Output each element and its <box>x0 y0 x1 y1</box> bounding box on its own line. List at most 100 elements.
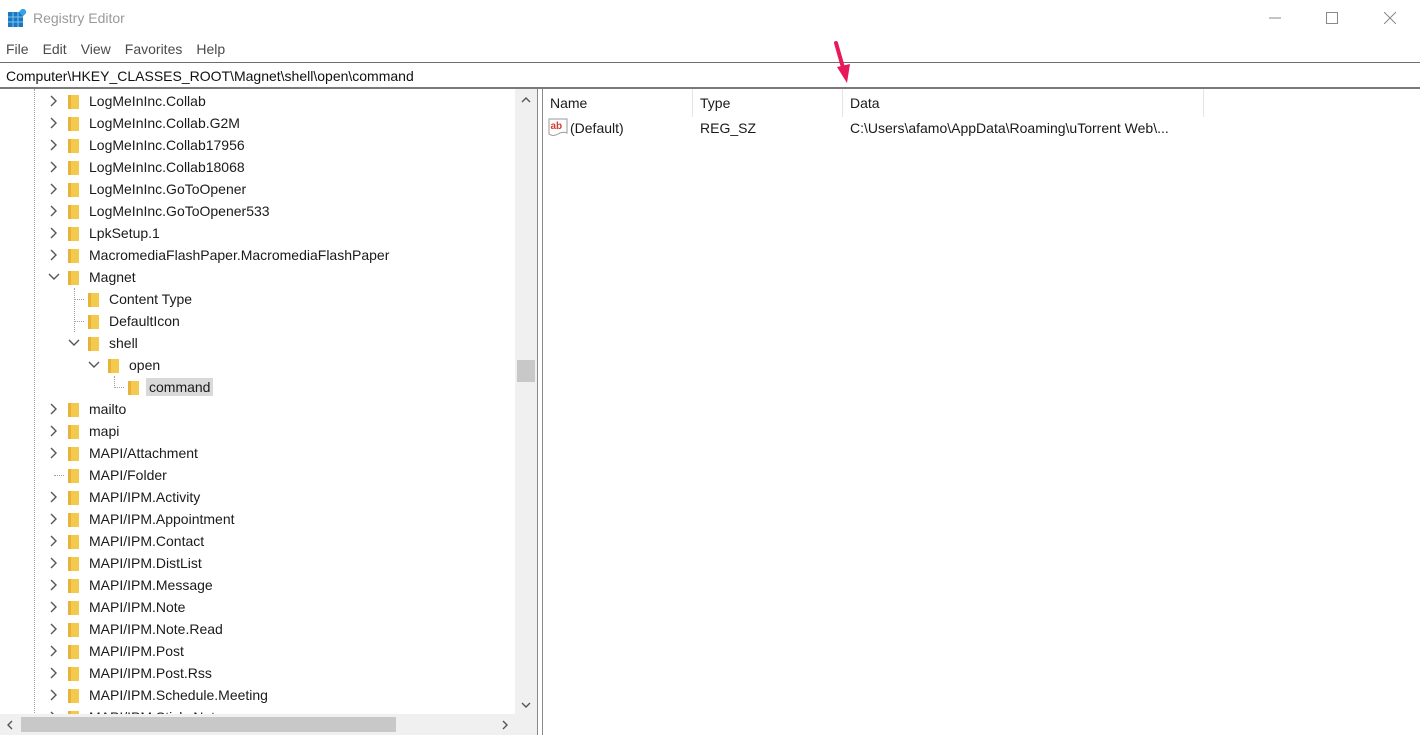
tree-item[interactable]: MAPI/IPM.Post <box>0 640 515 662</box>
tree-item-label[interactable]: MAPI/IPM.Message <box>86 576 216 594</box>
chevron-right-icon[interactable] <box>47 643 61 659</box>
tree-item-label[interactable]: LogMeInInc.GoToOpener <box>86 180 249 198</box>
tree-item-label[interactable]: MAPI/IPM.Note <box>86 598 188 616</box>
chevron-down-icon[interactable] <box>47 269 61 285</box>
tree-item[interactable]: MAPI/IPM.Appointment <box>0 508 515 530</box>
chevron-right-icon[interactable] <box>47 137 61 153</box>
tree-item[interactable]: MAPI/IPM.Note.Read <box>0 618 515 640</box>
tree-item-label[interactable]: MAPI/Attachment <box>86 444 201 462</box>
tree-item[interactable]: mapi <box>0 420 515 442</box>
menu-view[interactable]: View <box>74 38 118 60</box>
menu-file[interactable]: File <box>0 38 36 60</box>
minimize-button[interactable] <box>1246 0 1304 36</box>
chevron-right-icon[interactable] <box>47 203 61 219</box>
tree-horizontal-scrollbar[interactable] <box>0 714 515 735</box>
tree-item-label[interactable]: MAPI/IPM.Appointment <box>86 510 238 528</box>
tree-item-label[interactable]: LogMeInInc.Collab <box>86 92 209 110</box>
tree-item-label[interactable]: LogMeInInc.GoToOpener533 <box>86 202 273 220</box>
tree-item[interactable]: LogMeInInc.Collab.G2M <box>0 112 515 134</box>
tree-item-label[interactable]: LogMeInInc.Collab18068 <box>86 158 248 176</box>
chevron-right-icon[interactable] <box>47 489 61 505</box>
tree-item[interactable]: LogMeInInc.GoToOpener533 <box>0 200 515 222</box>
tree-item[interactable]: LogMeInInc.Collab17956 <box>0 134 515 156</box>
tree-item[interactable]: MacromediaFlashPaper.MacromediaFlashPape… <box>0 244 515 266</box>
tree-item-label[interactable]: MAPI/IPM.Activity <box>86 488 203 506</box>
chevron-right-icon[interactable] <box>47 555 61 571</box>
chevron-right-icon[interactable] <box>47 621 61 637</box>
tree-item-label[interactable]: mailto <box>86 400 129 418</box>
horizontal-scroll-thumb[interactable] <box>21 717 396 732</box>
tree-item-label[interactable]: open <box>126 356 163 374</box>
chevron-right-icon[interactable] <box>47 115 61 131</box>
tree-item-label[interactable]: MAPI/IPM.DistList <box>86 554 205 572</box>
chevron-right-icon[interactable] <box>47 577 61 593</box>
chevron-down-icon[interactable] <box>67 335 81 351</box>
chevron-right-icon[interactable] <box>47 445 61 461</box>
chevron-right-icon[interactable] <box>47 93 61 109</box>
tree-item[interactable]: DefaultIcon <box>0 310 515 332</box>
tree-item[interactable]: MAPI/IPM.Contact <box>0 530 515 552</box>
tree-item[interactable]: open <box>0 354 515 376</box>
column-header-data[interactable]: Data <box>843 89 1204 117</box>
chevron-right-icon[interactable] <box>47 181 61 197</box>
tree-item-label[interactable]: Content Type <box>106 290 195 308</box>
tree-item[interactable]: Content Type <box>0 288 515 310</box>
column-header-name[interactable]: Name <box>543 89 693 117</box>
tree-item[interactable]: LpkSetup.1 <box>0 222 515 244</box>
tree-vertical-scrollbar[interactable] <box>515 89 537 716</box>
tree-item-label[interactable]: MAPI/Folder <box>86 466 170 484</box>
tree-item[interactable]: MAPI/Attachment <box>0 442 515 464</box>
tree-item[interactable]: MAPI/IPM.DistList <box>0 552 515 574</box>
tree-item[interactable]: MAPI/IPM.Note <box>0 596 515 618</box>
scroll-down-button[interactable] <box>515 694 537 716</box>
scroll-left-button[interactable] <box>0 714 20 735</box>
tree-item-label[interactable]: MAPI/IPM.Post <box>86 642 187 660</box>
tree-item[interactable]: MAPI/IPM.Post.Rss <box>0 662 515 684</box>
chevron-right-icon[interactable] <box>47 599 61 615</box>
scroll-right-button[interactable] <box>495 714 515 735</box>
tree-item-label[interactable]: MAPI/IPM.Contact <box>86 532 207 550</box>
chevron-right-icon[interactable] <box>47 225 61 241</box>
address-bar[interactable]: Computer\HKEY_CLASSES_ROOT\Magnet\shell\… <box>0 62 1420 89</box>
menu-help[interactable]: Help <box>189 38 232 60</box>
chevron-right-icon[interactable] <box>47 533 61 549</box>
chevron-right-icon[interactable] <box>47 511 61 527</box>
chevron-right-icon[interactable] <box>47 247 61 263</box>
tree-item[interactable]: MAPI/Folder <box>0 464 515 486</box>
chevron-right-icon[interactable] <box>47 665 61 681</box>
tree-item[interactable]: LogMeInInc.Collab18068 <box>0 156 515 178</box>
tree-item-label[interactable]: shell <box>106 334 141 352</box>
tree-item[interactable]: MAPI/IPM.Schedule.Meeting <box>0 684 515 706</box>
address-path[interactable]: Computer\HKEY_CLASSES_ROOT\Magnet\shell\… <box>6 68 414 84</box>
tree-item-label[interactable]: Magnet <box>86 268 139 286</box>
menu-edit[interactable]: Edit <box>36 38 74 60</box>
tree-item-label[interactable]: mapi <box>86 422 122 440</box>
tree-item[interactable]: MAPI/IPM.Activity <box>0 486 515 508</box>
tree-item-label[interactable]: MAPI/IPM.Schedule.Meeting <box>86 686 271 704</box>
chevron-right-icon[interactable] <box>47 401 61 417</box>
tree-item-label[interactable]: MacromediaFlashPaper.MacromediaFlashPape… <box>86 246 392 264</box>
tree-item[interactable]: mailto <box>0 398 515 420</box>
tree-item-label[interactable]: LogMeInInc.Collab.G2M <box>86 114 243 132</box>
scroll-up-button[interactable] <box>515 89 537 111</box>
chevron-down-icon[interactable] <box>87 357 101 373</box>
vertical-scroll-thumb[interactable] <box>517 360 535 382</box>
value-row[interactable]: ab (Default) REG_SZ C:\Users\afamo\AppDa… <box>543 117 1420 139</box>
menu-favorites[interactable]: Favorites <box>118 38 190 60</box>
tree-item[interactable]: command <box>0 376 515 398</box>
tree-item-label[interactable]: LogMeInInc.Collab17956 <box>86 136 248 154</box>
tree-item[interactable]: MAPI/IPM.Message <box>0 574 515 596</box>
maximize-button[interactable] <box>1303 0 1361 36</box>
column-header-type[interactable]: Type <box>693 89 843 117</box>
tree-item[interactable]: LogMeInInc.GoToOpener <box>0 178 515 200</box>
chevron-right-icon[interactable] <box>47 687 61 703</box>
tree-item[interactable]: shell <box>0 332 515 354</box>
close-button[interactable] <box>1361 0 1419 36</box>
tree-item-label[interactable]: command <box>146 378 214 396</box>
tree-item-label[interactable]: LpkSetup.1 <box>86 224 163 242</box>
tree-item-label[interactable]: MAPI/IPM.Note.Read <box>86 620 226 638</box>
tree-item[interactable]: Magnet <box>0 266 515 288</box>
tree-item[interactable]: LogMeInInc.Collab <box>0 90 515 112</box>
tree-item-label[interactable]: DefaultIcon <box>106 312 183 330</box>
tree-item-label[interactable]: MAPI/IPM.Post.Rss <box>86 664 215 682</box>
